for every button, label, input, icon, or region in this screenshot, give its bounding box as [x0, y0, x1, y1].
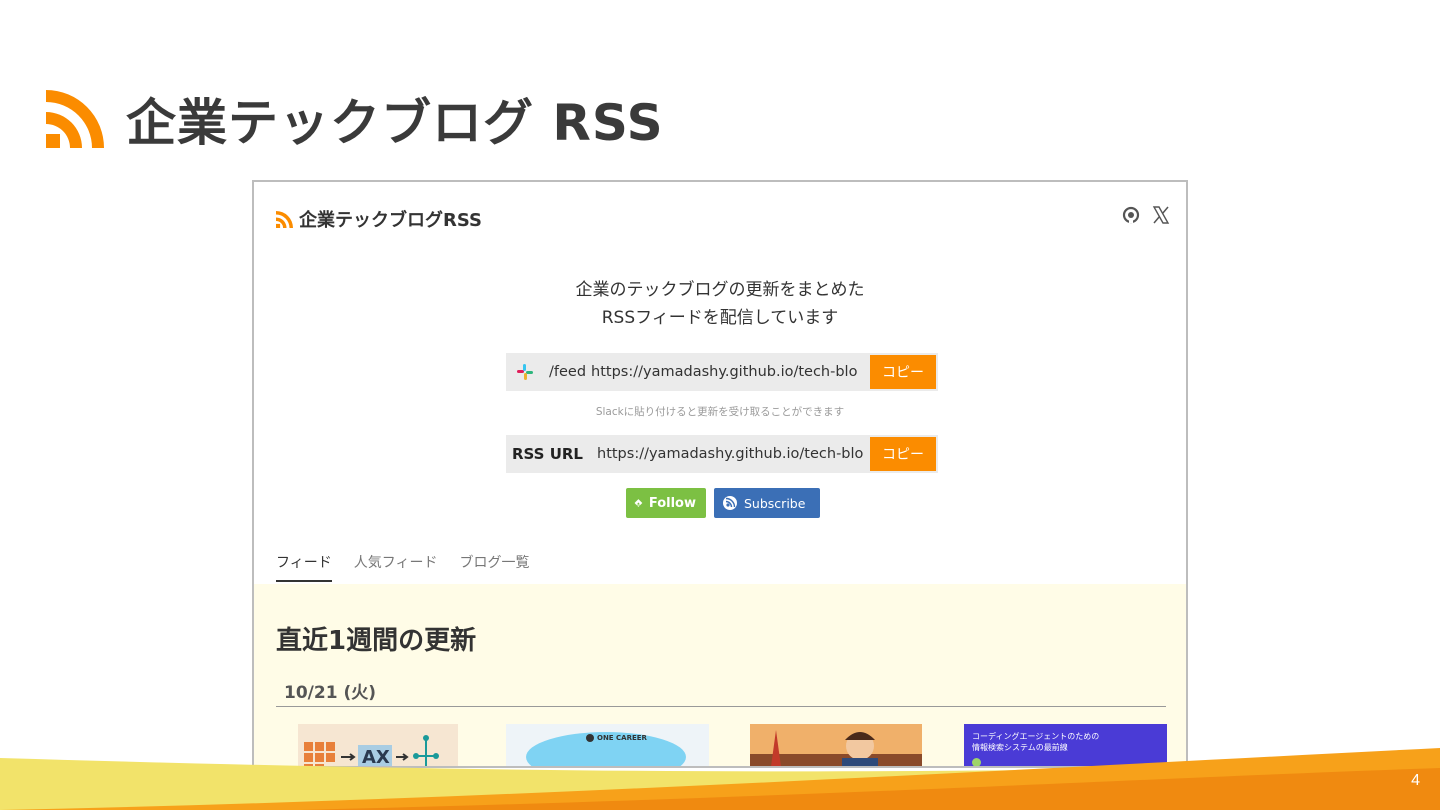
github-icon[interactable]: [1122, 206, 1140, 224]
decorative-waves: [0, 748, 1440, 810]
slide-title: 企業テックブログ RSS: [126, 94, 664, 152]
rss-icon: [46, 90, 104, 148]
section-title: 直近1週間の更新: [276, 626, 477, 656]
slack-command-prefix: /feed: [549, 364, 587, 380]
header-icons: [1122, 206, 1170, 224]
x-icon[interactable]: [1152, 206, 1170, 224]
follow-label: Follow: [648, 495, 696, 511]
slack-feed-url: https://yamadashy.github.io/tech-blo: [591, 364, 858, 380]
rss-url-field[interactable]: https://yamadashy.github.io/tech-blo: [597, 446, 870, 462]
tab-blog-list[interactable]: ブログ一覧: [459, 552, 529, 582]
slack-command[interactable]: /feed https://yamadashy.github.io/tech-bl…: [549, 364, 870, 380]
page-number: 4: [1411, 772, 1420, 789]
slide-header: 企業テックブログ RSS: [46, 84, 664, 154]
tab-popular-feed[interactable]: 人気フィード: [354, 552, 438, 582]
subscribe-label: Subscribe: [744, 495, 806, 511]
date-divider: [276, 706, 1166, 707]
description-line: RSSフィードを配信しています: [601, 308, 839, 328]
inoreader-icon: [723, 496, 737, 510]
rss-url-row: RSS URL https://yamadashy.github.io/tech…: [506, 435, 938, 473]
feedly-follow-button[interactable]: Follow: [626, 488, 706, 518]
rss-url-label: RSS URL: [512, 445, 583, 463]
slack-hint: Slackに貼り付けると更新を受け取ることができます: [595, 406, 845, 418]
site-header[interactable]: 企業テックブログRSS: [276, 206, 482, 232]
subscribe-badges: Follow Subscribe: [626, 488, 820, 518]
rss-icon: [276, 210, 293, 228]
site-description: 企業のテックブログの更新をまとめた RSSフィードを配信しています: [254, 276, 1186, 332]
site-title: 企業テックブログRSS: [299, 210, 482, 231]
inoreader-subscribe-button[interactable]: Subscribe: [714, 488, 820, 518]
date-heading: 10/21 (火): [284, 683, 376, 703]
tab-feed[interactable]: フィード: [276, 552, 332, 582]
copy-rss-button[interactable]: コピー: [870, 437, 936, 471]
site-screenshot: 企業テックブログRSS 企業のテックブログの更新をまとめた RSSフィードを配信…: [252, 180, 1188, 768]
slack-feed-row: /feed https://yamadashy.github.io/tech-bl…: [506, 353, 938, 391]
slack-icon: [517, 364, 533, 380]
tab-bar: フィード 人気フィード ブログ一覧: [276, 552, 529, 582]
copy-slack-button[interactable]: コピー: [870, 355, 936, 389]
feedly-icon: [634, 499, 643, 507]
description-line: 企業のテックブログの更新をまとめた: [575, 280, 865, 300]
